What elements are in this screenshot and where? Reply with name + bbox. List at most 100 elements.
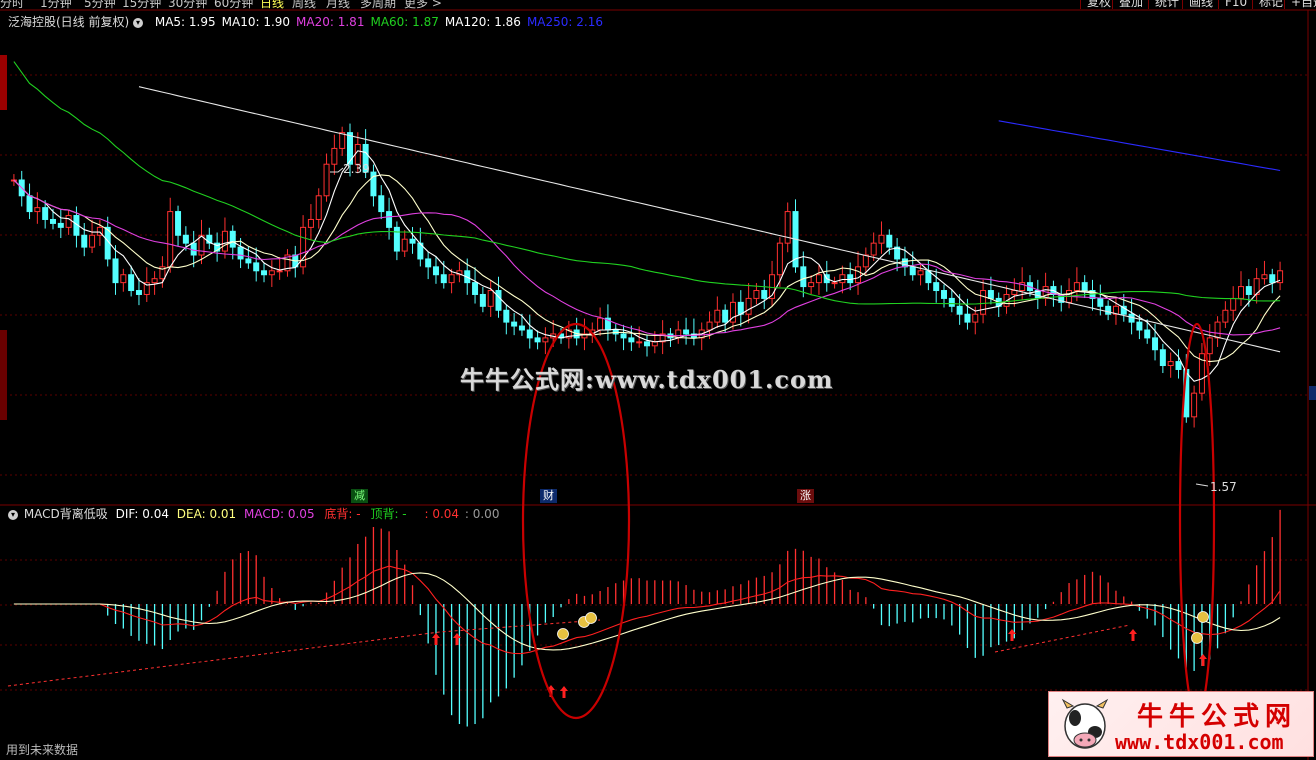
ma-legend-item-5: MA250: 2.16 (526, 15, 603, 29)
candle-body-158 (1245, 286, 1252, 295)
candle-body-49 (393, 226, 400, 252)
candle-body-27 (221, 230, 228, 252)
candle-body-125 (987, 290, 994, 299)
candle-body-59 (472, 282, 479, 295)
candle-body-147 (1159, 349, 1166, 367)
candle-body-16 (135, 290, 142, 295)
up-arrow-icon-5 (1129, 629, 1137, 641)
candle-body-102 (808, 282, 815, 288)
candle-body-161 (1269, 274, 1276, 284)
candle-body-31 (253, 262, 260, 272)
signal-rise: 涨 (797, 489, 814, 503)
candle-body-144 (1136, 321, 1143, 331)
candle-body-61 (487, 290, 494, 307)
axis-marker (1309, 386, 1316, 400)
candle-body-119 (941, 290, 948, 299)
ma-legend-item-3: MA60: 1.87 (370, 15, 439, 29)
macd-value: MACD: 0.05 (244, 507, 315, 521)
ma250-line (998, 120, 1281, 172)
candle-body-112 (886, 234, 893, 248)
ma-legend-item-2: MA20: 1.81 (296, 15, 365, 29)
signal-reduce: 减 (351, 489, 368, 503)
side-tab-dark[interactable] (0, 330, 7, 420)
candle-body-96 (761, 290, 768, 299)
candle-body-121 (956, 305, 963, 315)
candle-body-41 (331, 147, 338, 165)
candle-body-116 (917, 270, 924, 276)
candle-body-20 (167, 211, 174, 268)
candle-body-78 (620, 333, 627, 339)
candle-body-110 (870, 242, 877, 256)
candle-body-28 (229, 230, 236, 248)
candle-body-38 (307, 218, 314, 228)
candle-body-15 (128, 274, 135, 292)
high-marker (330, 167, 344, 173)
candle-body-111 (878, 234, 885, 244)
candle-body-4 (42, 207, 49, 220)
macd-legend: ▾ MACD背离低吸 DIF: 0.04 DEA: 0.01 MACD: 0.0… (8, 507, 499, 521)
candle-body-137 (1081, 282, 1088, 292)
money-bag-icon-4 (1197, 611, 1209, 623)
candle-body-55 (440, 274, 447, 284)
candle-body-82 (651, 341, 658, 347)
candle-body-149 (1175, 361, 1182, 370)
side-tab-red[interactable] (0, 55, 7, 110)
candle-body-10 (89, 234, 96, 248)
candle-body-123 (972, 313, 979, 323)
candle-body-120 (948, 297, 955, 307)
up-arrow-icon-6 (1199, 654, 1207, 666)
ma60-line (13, 61, 1281, 305)
candle-body-66 (526, 329, 533, 339)
money-bag-icon-0 (557, 628, 569, 640)
candle-body-39 (315, 195, 322, 220)
candle-body-23 (190, 242, 197, 256)
divergence-line-2 (994, 624, 1131, 653)
candle-body-32 (261, 270, 268, 276)
candle-body-118 (933, 282, 940, 292)
candle-body-93 (737, 301, 744, 315)
candle-body-53 (425, 258, 432, 268)
candle-body-157 (1238, 286, 1245, 299)
candle-body-122 (964, 313, 971, 323)
logo-url: www.tdx001.com (1115, 730, 1284, 754)
candle-body-136 (1073, 282, 1080, 292)
future-data-note: 用到未来数据 (6, 743, 79, 757)
candle-body-13 (112, 258, 119, 284)
candle-body-154 (1214, 321, 1221, 339)
macd-title: MACD背离低吸 (23, 507, 108, 521)
logo-watermark: 牛牛公式网 www.tdx001.com (1048, 691, 1314, 757)
candle-body-54 (432, 266, 439, 276)
candle-body-48 (386, 211, 393, 228)
candle-body-95 (753, 290, 760, 299)
candle-body-81 (644, 341, 650, 347)
money-bag-icon-3 (1191, 632, 1203, 644)
candle-body-128 (1011, 290, 1018, 295)
candle-body-56 (448, 274, 455, 284)
dif-line (13, 565, 1281, 655)
candle-body-18 (151, 278, 158, 284)
candle-body-115 (909, 266, 916, 276)
ma-legend-item-0: MA5: 1.95 (154, 15, 216, 29)
candle-body-160 (1261, 274, 1268, 280)
candle-body-98 (776, 242, 783, 276)
candle-body-5 (49, 218, 56, 224)
candle-body-6 (57, 222, 64, 228)
candle-body-145 (1144, 329, 1151, 339)
candle-body-7 (65, 215, 72, 228)
candle-body-146 (1152, 337, 1159, 351)
candle-body-153 (1206, 337, 1213, 355)
candle-body-22 (182, 234, 189, 244)
candle-body-14 (120, 274, 127, 284)
candle-body-139 (1097, 297, 1104, 307)
candle-body-29 (237, 246, 244, 260)
settings-icon[interactable]: ▾ (133, 17, 144, 28)
low-price-label: 1.57 (1210, 480, 1237, 494)
candle-body-40 (323, 163, 330, 197)
candle-body-33 (268, 270, 275, 276)
candle-body-90 (714, 309, 721, 323)
candle-body-91 (722, 309, 729, 323)
macd-settings-icon[interactable]: ▾ (8, 509, 18, 520)
cow-logo-icon (1061, 698, 1109, 749)
candle-body-105 (831, 282, 838, 285)
candle-body-2 (26, 195, 33, 213)
